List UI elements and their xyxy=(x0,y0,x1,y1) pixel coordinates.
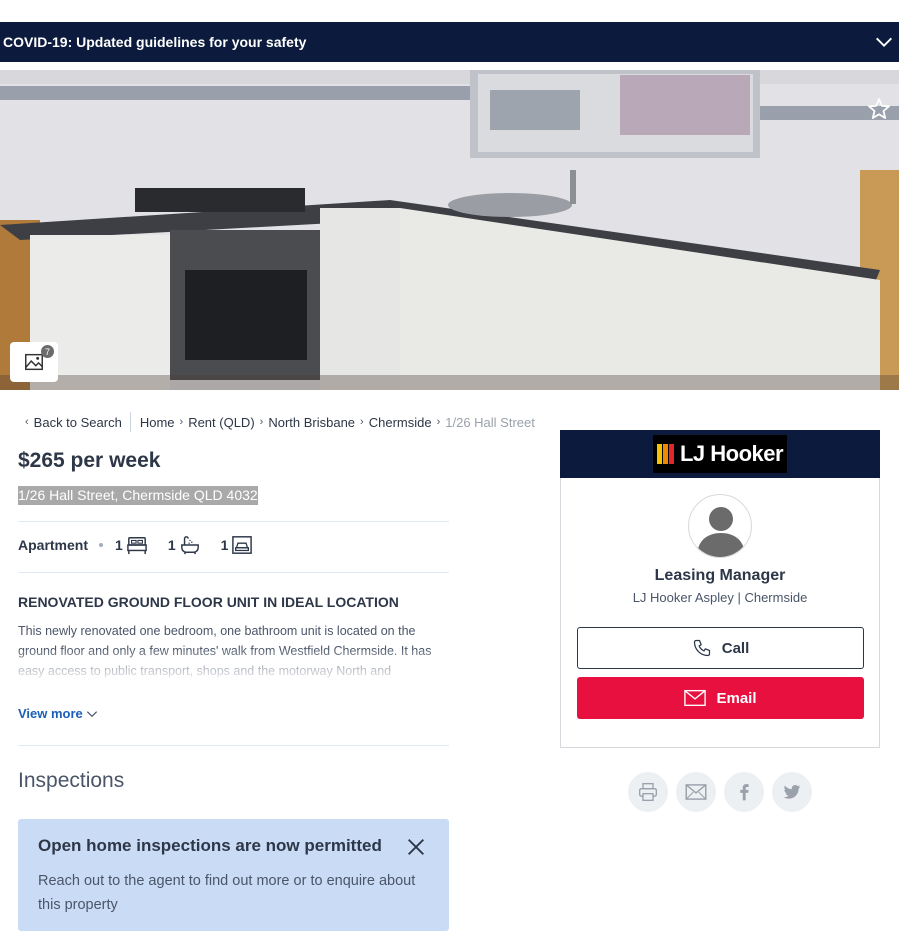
chevron-down-icon xyxy=(86,710,97,717)
share-email-button[interactable] xyxy=(676,772,716,812)
envelope-icon xyxy=(685,784,707,800)
chevron-down-icon[interactable] xyxy=(873,31,895,53)
chevron-right-icon: › xyxy=(360,416,364,428)
separator-dot xyxy=(99,543,104,547)
share-facebook-button[interactable] xyxy=(724,772,764,812)
view-more-label: View more xyxy=(18,706,83,721)
property-features: Apartment 1 1 1 xyxy=(18,535,273,555)
property-type: Apartment xyxy=(18,537,89,553)
notice-title: Open home inspections are now permitted xyxy=(38,836,382,855)
logo-bars xyxy=(656,444,675,464)
logo-bar-orange xyxy=(662,444,668,464)
facebook-icon xyxy=(740,784,749,801)
agency-name: LJ Hooker Aspley | Chermside xyxy=(632,590,808,605)
breadcrumb: ‹ Back to Search Home › Rent (QLD) › Nor… xyxy=(20,412,535,432)
notice-body: Reach out to the agent to find out more … xyxy=(38,873,416,913)
listing-price: $265 per week xyxy=(18,449,161,472)
call-button[interactable]: Call xyxy=(577,627,864,669)
covid-banner[interactable]: COVID-19: Updated guidelines for your sa… xyxy=(0,22,899,62)
agency-header: LJ Hooker xyxy=(560,430,880,478)
kitchen-photo xyxy=(0,70,899,390)
avatar xyxy=(688,494,752,558)
twitter-icon xyxy=(783,785,801,799)
breadcrumb-north-brisbane[interactable]: North Brisbane xyxy=(268,415,355,430)
logo-brand-text: LJ Hooker xyxy=(679,441,784,466)
bed-icon xyxy=(126,537,147,555)
car-icon xyxy=(232,536,253,554)
description-fade xyxy=(18,650,450,682)
property-hero-image[interactable]: 7 xyxy=(0,70,899,390)
email-button[interactable]: Email xyxy=(577,677,864,719)
print-button[interactable] xyxy=(628,772,668,812)
bathroom-count-value: 1 xyxy=(167,537,176,553)
logo-bar-red xyxy=(668,444,674,464)
listing-address: 1/26 Hall Street, Chermside QLD 4032 xyxy=(18,486,258,505)
divider xyxy=(18,572,449,573)
divider xyxy=(18,521,449,522)
lj-hooker-logo: LJ Hooker xyxy=(652,435,788,473)
envelope-icon xyxy=(684,689,707,707)
user-placeholder-icon xyxy=(697,507,745,557)
chevron-right-icon: › xyxy=(259,416,264,428)
divider xyxy=(18,745,449,746)
chevron-right-icon: › xyxy=(179,416,184,428)
inspection-notice: Open home inspections are now permitted … xyxy=(18,819,449,931)
chevron-right-icon: › xyxy=(436,416,441,428)
close-icon[interactable] xyxy=(405,836,427,858)
share-actions xyxy=(628,772,820,812)
logo-bar-yellow xyxy=(656,444,662,464)
star-icon[interactable] xyxy=(867,97,891,121)
printer-icon xyxy=(639,783,657,801)
back-to-search-link[interactable]: Back to Search xyxy=(34,415,122,430)
call-button-label: Call xyxy=(721,639,750,657)
parking-count: 1 xyxy=(221,535,254,555)
bath-icon xyxy=(180,536,199,555)
bedroom-count: 1 xyxy=(115,535,148,555)
share-twitter-button[interactable] xyxy=(772,772,812,812)
breadcrumb-chermside[interactable]: Chermside xyxy=(369,415,432,430)
breadcrumb-home[interactable]: Home xyxy=(140,415,175,430)
agent-card: Leasing Manager LJ Hooker Aspley | Cherm… xyxy=(560,478,880,748)
breadcrumb-divider xyxy=(129,412,131,432)
chevron-left-icon: ‹ xyxy=(25,416,29,428)
view-more-link[interactable]: View more xyxy=(18,706,99,721)
gallery-count-badge: 7 xyxy=(41,345,54,358)
inspections-heading: Inspections xyxy=(18,769,125,792)
covid-banner-title: COVID-19: Updated guidelines for your sa… xyxy=(3,34,307,50)
parking-count-value: 1 xyxy=(220,537,229,553)
breadcrumb-current: 1/26 Hall Street xyxy=(445,414,535,430)
bathroom-count: 1 xyxy=(168,535,201,555)
agent-name: Leasing Manager xyxy=(654,567,786,584)
gallery-button[interactable]: 7 xyxy=(10,342,58,382)
email-button-label: Email xyxy=(716,689,757,707)
listing-headline: RENOVATED GROUND FLOOR UNIT IN IDEAL LOC… xyxy=(18,594,399,610)
phone-icon xyxy=(693,639,710,657)
breadcrumb-rent-qld[interactable]: Rent (QLD) xyxy=(188,415,254,430)
bedroom-count-value: 1 xyxy=(115,537,123,553)
